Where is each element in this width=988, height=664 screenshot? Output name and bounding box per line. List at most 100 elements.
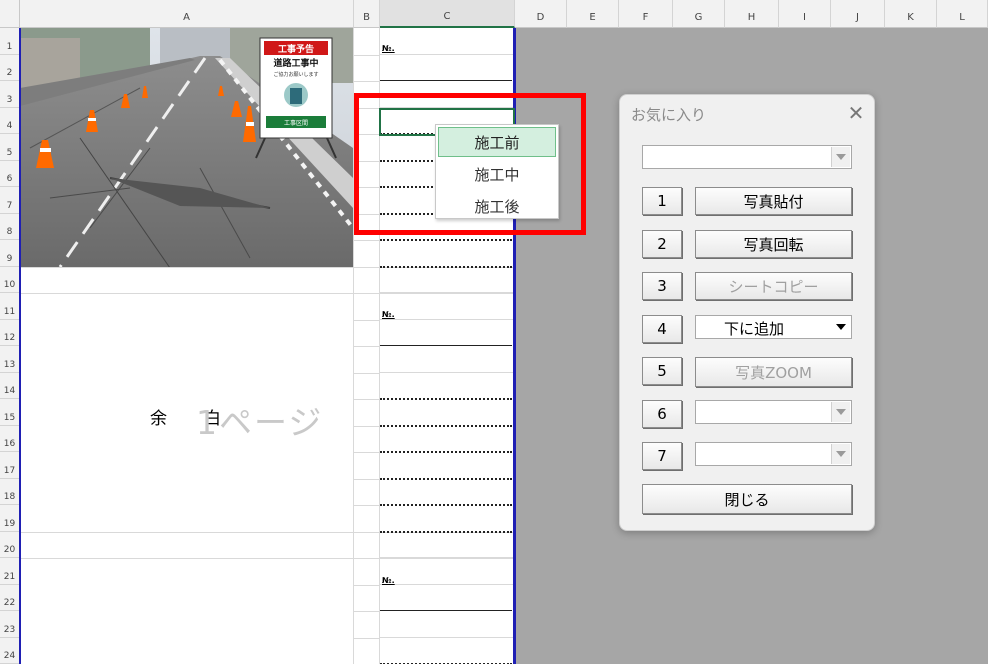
row-header-19[interactable]: 19: [0, 505, 20, 532]
row-header-2[interactable]: 2: [0, 54, 20, 81]
row-gridline: [380, 319, 514, 320]
column-header-i[interactable]: I: [779, 0, 831, 28]
row-header-14[interactable]: 14: [0, 372, 20, 399]
memo-dotted-line: [380, 239, 512, 241]
top-combobox[interactable]: [642, 145, 852, 169]
row-gridline: [353, 320, 380, 321]
column-header-f[interactable]: F: [619, 0, 673, 28]
num-button-2[interactable]: 2: [642, 230, 682, 258]
num-button-1[interactable]: 1: [642, 187, 682, 215]
row-gridline: [353, 611, 380, 612]
row-header-11[interactable]: 11: [0, 293, 20, 320]
row-gridline: [20, 558, 514, 559]
row-header-21[interactable]: 21: [0, 558, 20, 585]
memo-dotted-line: [380, 478, 512, 480]
memo-dotted-line: [380, 266, 512, 268]
column-header-e[interactable]: E: [567, 0, 619, 28]
photo-number-label: №.: [382, 576, 395, 585]
photo-number-label: №.: [382, 44, 395, 53]
row-header-4[interactable]: 4: [0, 107, 20, 134]
column-header-g[interactable]: G: [673, 0, 725, 28]
num-button-4[interactable]: 4: [642, 315, 682, 343]
dialog-title: お気に入り: [631, 106, 707, 124]
row-gridline: [353, 81, 380, 82]
favorites-dialog: お気に入り ✕ 1 写真貼付 2 写真回転 3 シートコピー 4 下に追加 5 …: [619, 94, 875, 531]
row-header-6[interactable]: 6: [0, 160, 20, 187]
add-below-value: 下に追加: [724, 320, 785, 338]
close-icon[interactable]: ✕: [844, 101, 868, 125]
title-underline: [380, 610, 512, 611]
column-header-d[interactable]: D: [515, 0, 567, 28]
row-header-13[interactable]: 13: [0, 346, 20, 373]
row-header-1[interactable]: 1: [0, 28, 20, 55]
row-header-18[interactable]: 18: [0, 478, 20, 505]
column-header-k[interactable]: K: [885, 0, 937, 28]
add-below-combobox[interactable]: 下に追加: [695, 315, 852, 339]
row-header-3[interactable]: 3: [0, 81, 20, 108]
memo-dotted-line: [380, 451, 512, 453]
sign-main: 道路工事中: [273, 57, 318, 69]
option-7-combobox[interactable]: [695, 442, 852, 466]
title-underline: [380, 80, 512, 81]
num-button-5[interactable]: 5: [642, 357, 682, 385]
row-header-10[interactable]: 10: [0, 266, 20, 293]
row-gridline: [20, 293, 514, 294]
row-gridline: [353, 638, 380, 639]
select-all-corner[interactable]: [0, 0, 20, 28]
row-header-20[interactable]: 20: [0, 531, 20, 558]
chevron-down-icon[interactable]: [831, 402, 850, 422]
row-header-16[interactable]: 16: [0, 425, 20, 452]
row-header-5[interactable]: 5: [0, 134, 20, 161]
sign-period: 工事区間: [284, 119, 308, 127]
row-gridline: [353, 399, 380, 400]
column-header-l[interactable]: L: [937, 0, 988, 28]
row-header-17[interactable]: 17: [0, 452, 20, 479]
row-gridline: [353, 452, 380, 453]
memo-dotted-line: [380, 398, 512, 400]
row-header-9[interactable]: 9: [0, 240, 20, 267]
row-gridline: [353, 240, 380, 241]
row-gridline: [380, 557, 514, 558]
spreadsheet: A B C D E F G H I J K L 1 2 3 4 5 6 7 8 9 10 11 12 1…: [0, 0, 988, 664]
num-button-6[interactable]: 6: [642, 400, 682, 428]
title-underline: [380, 345, 512, 346]
row-header-7[interactable]: 7: [0, 187, 20, 214]
sheet-copy-button[interactable]: シートコピー: [695, 272, 852, 300]
column-header-h[interactable]: H: [725, 0, 779, 28]
row-gridline: [380, 372, 514, 373]
close-button[interactable]: 閉じる: [642, 484, 852, 514]
row-gridline: [353, 585, 380, 586]
option-6-combobox[interactable]: [695, 400, 852, 424]
row-header-22[interactable]: 22: [0, 584, 20, 611]
photo-number-label: №.: [382, 310, 395, 319]
sign-sub: ご協力お願いします: [273, 71, 318, 78]
row-gridline: [353, 373, 380, 374]
num-button-3[interactable]: 3: [642, 272, 682, 300]
column-header-a[interactable]: A: [20, 0, 354, 28]
row-header-24[interactable]: 24: [0, 637, 20, 664]
chevron-down-icon[interactable]: [831, 147, 850, 167]
row-gridline: [380, 637, 514, 638]
row-gridline: [353, 426, 380, 427]
highlight-box: [354, 93, 586, 235]
construction-photo[interactable]: 工事予告 道路工事中 ご協力お願いします 工事区間: [20, 28, 353, 267]
chevron-down-icon[interactable]: [831, 317, 850, 337]
memo-dotted-line: [380, 425, 512, 427]
memo-dotted-line: [380, 531, 512, 533]
row-header-15[interactable]: 15: [0, 399, 20, 426]
row-header-12[interactable]: 12: [0, 319, 20, 346]
rotate-photo-button[interactable]: 写真回転: [695, 230, 852, 258]
row-header-23[interactable]: 23: [0, 611, 20, 638]
column-header-c[interactable]: C: [380, 0, 515, 28]
column-header-b[interactable]: B: [354, 0, 380, 28]
row-header-8[interactable]: 8: [0, 213, 20, 240]
paste-photo-button[interactable]: 写真貼付: [695, 187, 852, 215]
chevron-down-icon[interactable]: [831, 444, 850, 464]
photo-zoom-button[interactable]: 写真ZOOM: [695, 357, 852, 387]
column-header-j[interactable]: J: [831, 0, 885, 28]
memo-dotted-line: [380, 504, 512, 506]
num-button-7[interactable]: 7: [642, 442, 682, 470]
row-gridline: [353, 479, 380, 480]
row-gridline: [353, 505, 380, 506]
row-gridline: [380, 292, 514, 293]
